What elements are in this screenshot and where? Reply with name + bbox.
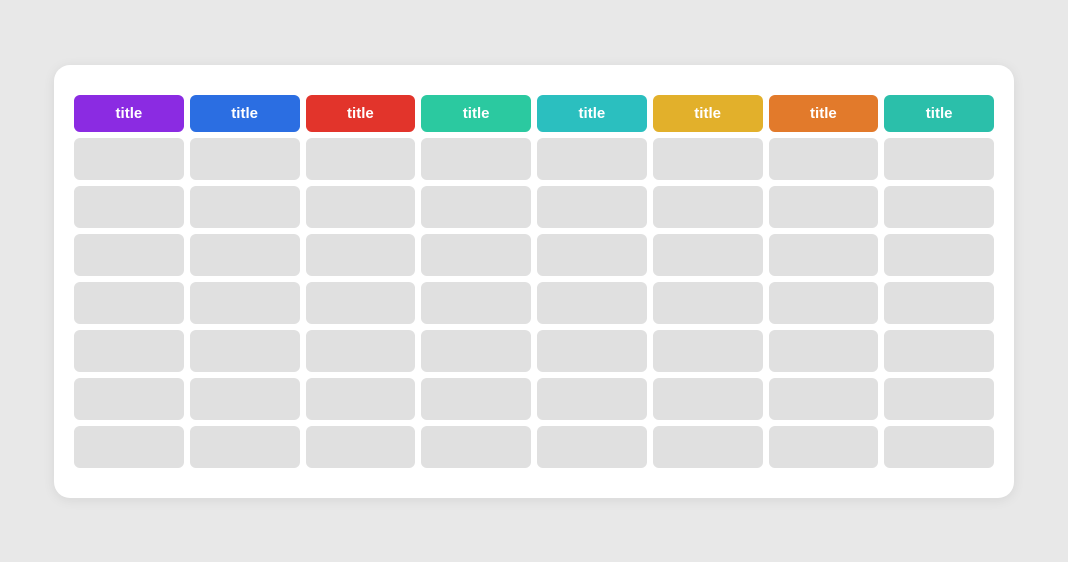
table-cell-r6-c5 [653,426,763,468]
table-cell-r4-c5 [653,330,763,372]
table-cell-r4-c4 [537,330,647,372]
table-cell-r1-c2 [306,186,416,228]
table-cell-r6-c7 [884,426,994,468]
table-cell-r3-c0 [74,282,184,324]
table-cell-r3-c1 [190,282,300,324]
table-cell-r4-c3 [421,330,531,372]
table-cell-r5-c5 [653,378,763,420]
table-cell-r1-c0 [74,186,184,228]
table-cell-r1-c6 [769,186,879,228]
col-header-7: title [884,95,994,132]
table-cell-r5-c1 [190,378,300,420]
table-cell-r1-c4 [537,186,647,228]
table-cell-r2-c6 [769,234,879,276]
table-cell-r5-c7 [884,378,994,420]
table-cell-r2-c7 [884,234,994,276]
table-cell-r2-c5 [653,234,763,276]
table-cell-r0-c6 [769,138,879,180]
table-cell-r2-c2 [306,234,416,276]
table-cell-r3-c2 [306,282,416,324]
main-card: titletitletitletitletitletitletitletitle [54,65,1014,498]
col-header-5: title [653,95,763,132]
table-cell-r0-c7 [884,138,994,180]
table-cell-r6-c1 [190,426,300,468]
table-cell-r5-c2 [306,378,416,420]
table-cell-r0-c0 [74,138,184,180]
table-cell-r6-c4 [537,426,647,468]
table-grid: titletitletitletitletitletitletitletitle [74,95,994,468]
table-cell-r6-c0 [74,426,184,468]
table-cell-r4-c7 [884,330,994,372]
table-wrapper: titletitletitletitletitletitletitletitle [74,95,994,468]
table-cell-r5-c4 [537,378,647,420]
table-cell-r4-c0 [74,330,184,372]
table-cell-r2-c0 [74,234,184,276]
table-cell-r6-c6 [769,426,879,468]
table-cell-r2-c4 [537,234,647,276]
table-cell-r0-c5 [653,138,763,180]
table-cell-r3-c4 [537,282,647,324]
table-cell-r4-c1 [190,330,300,372]
col-header-4: title [537,95,647,132]
col-header-1: title [190,95,300,132]
table-cell-r0-c3 [421,138,531,180]
table-cell-r2-c1 [190,234,300,276]
col-header-2: title [306,95,416,132]
table-cell-r4-c6 [769,330,879,372]
table-cell-r2-c3 [421,234,531,276]
table-cell-r5-c3 [421,378,531,420]
table-cell-r0-c2 [306,138,416,180]
table-cell-r6-c3 [421,426,531,468]
table-cell-r3-c7 [884,282,994,324]
col-header-0: title [74,95,184,132]
table-cell-r3-c5 [653,282,763,324]
table-cell-r1-c1 [190,186,300,228]
table-cell-r5-c0 [74,378,184,420]
table-cell-r6-c2 [306,426,416,468]
table-cell-r1-c5 [653,186,763,228]
table-cell-r5-c6 [769,378,879,420]
table-cell-r1-c3 [421,186,531,228]
table-cell-r3-c3 [421,282,531,324]
table-cell-r1-c7 [884,186,994,228]
table-cell-r3-c6 [769,282,879,324]
col-header-6: title [769,95,879,132]
col-header-3: title [421,95,531,132]
table-cell-r4-c2 [306,330,416,372]
table-cell-r0-c1 [190,138,300,180]
table-cell-r0-c4 [537,138,647,180]
